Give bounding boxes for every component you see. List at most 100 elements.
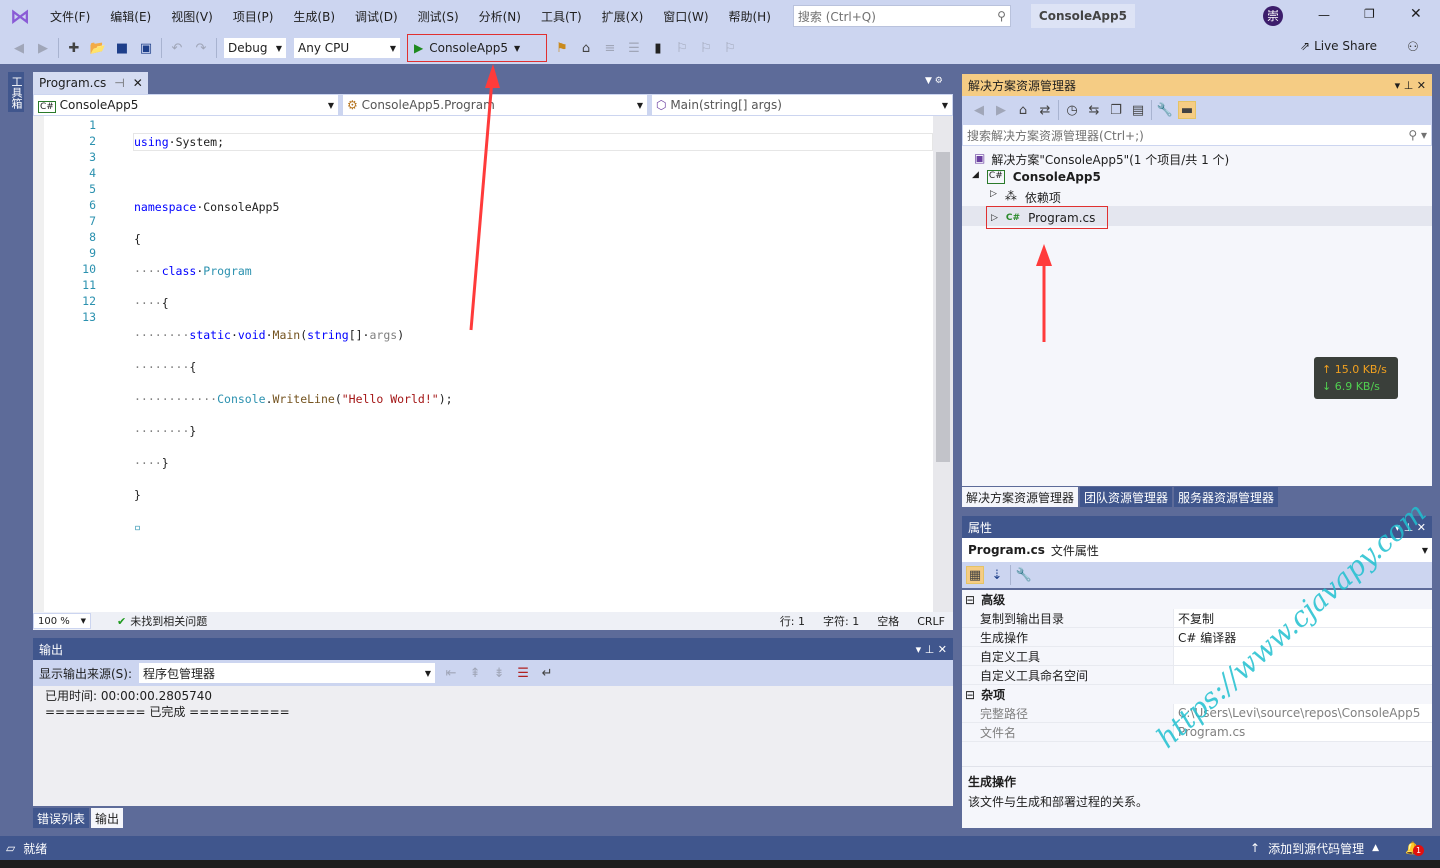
tree-item-solution[interactable]: ▣ 解决方案"ConsoleApp5"(1 个项目/共 1 个) xyxy=(974,151,1229,168)
bookmark-icon[interactable]: ▮ xyxy=(649,39,667,57)
tree-item-project[interactable]: ◢ C# ConsoleApp5 xyxy=(972,170,1101,184)
tab-output[interactable]: 输出 xyxy=(91,808,124,828)
bookmark-prev-icon[interactable]: ⚐ xyxy=(673,39,691,57)
tree-item-program-cs[interactable]: ▷ C# Program.cs xyxy=(986,206,1108,229)
solution-search-input[interactable]: 搜索解决方案资源管理器(Ctrl+;) ⚲ ▾ xyxy=(962,124,1432,146)
menu-item[interactable]: 编辑(E) xyxy=(100,8,161,25)
tab-server-explorer[interactable]: 服务器资源管理器 xyxy=(1174,487,1279,507)
property-row[interactable]: 复制到输出目录 不复制 xyxy=(962,609,1432,628)
collapse-all-icon[interactable]: ❐ xyxy=(1107,101,1125,119)
property-row[interactable]: 自定义工具 xyxy=(962,647,1432,666)
undo-icon[interactable]: ↶ xyxy=(168,39,186,57)
tab-error-list[interactable]: 错误列表 xyxy=(33,808,90,828)
panel-controls-icon[interactable]: ▾ ⊥ ✕ xyxy=(1395,79,1426,92)
find-icon[interactable]: ⚑ xyxy=(553,39,571,57)
tab-overflow-icon[interactable]: ▼ ⚙ xyxy=(925,76,943,86)
categorized-icon[interactable]: ▦ xyxy=(966,566,984,584)
tab-program-cs[interactable]: Program.cs ⊣ ✕ xyxy=(33,72,148,94)
open-icon[interactable]: 📂 xyxy=(89,39,107,57)
toolbox-strip[interactable]: 工具箱 xyxy=(8,72,24,112)
property-value[interactable] xyxy=(1174,647,1432,665)
minimize-button[interactable]: — xyxy=(1318,8,1330,22)
spaces-indicator[interactable]: 空格 xyxy=(877,613,899,629)
live-share-button[interactable]: ⇗ Live Share xyxy=(1300,39,1377,53)
notifications-icon[interactable]: 🔔1 xyxy=(1405,841,1425,856)
forward-icon[interactable]: ▶ xyxy=(992,101,1010,119)
tree-item-dependencies[interactable]: ▷ ⁂ 依赖项 xyxy=(990,189,1061,206)
explorer-tabs: 解决方案资源管理器 团队资源管理器 服务器资源管理器 xyxy=(962,487,1279,507)
menu-item[interactable]: 分析(N) xyxy=(469,8,531,25)
goto-icon[interactable]: ⇤ xyxy=(442,664,460,682)
scrollbar-thumb[interactable] xyxy=(936,152,950,462)
close-tab-icon[interactable]: ✕ xyxy=(133,76,143,90)
menu-item[interactable]: 文件(F) xyxy=(40,8,100,25)
issues-status[interactable]: 未找到相关问题 xyxy=(130,613,207,629)
menu-item[interactable]: 生成(B) xyxy=(283,8,345,25)
save-all-icon[interactable]: ▣ xyxy=(137,39,155,57)
platform-select[interactable]: Any CPU ▼ xyxy=(293,37,401,59)
vertical-scrollbar[interactable] xyxy=(933,116,953,612)
menu-item[interactable]: 扩展(X) xyxy=(592,8,654,25)
panel-controls-icon[interactable]: ▾ ⊥ ✕ xyxy=(916,643,947,656)
run-button[interactable]: ▶ ConsoleApp5 ▼ xyxy=(407,34,547,62)
menu-item[interactable]: 测试(S) xyxy=(408,8,469,25)
menu-item[interactable]: 视图(V) xyxy=(161,8,223,25)
restore-button[interactable]: ❐ xyxy=(1364,7,1375,21)
new-project-icon[interactable]: ✚ xyxy=(65,39,83,57)
pending-changes-icon[interactable]: ◷ xyxy=(1063,101,1081,119)
show-all-files-icon[interactable]: ▤ xyxy=(1129,101,1147,119)
outdent-icon[interactable]: ≡ xyxy=(601,39,619,57)
menu-item[interactable]: 项目(P) xyxy=(223,8,284,25)
sync-icon[interactable]: ⇆ xyxy=(1085,101,1103,119)
description-title: 生成操作 xyxy=(968,775,1017,789)
code-editor[interactable]: 1 2 3 4 5 6 7 8 9 10 11 12 13 using·System; namespac… xyxy=(33,116,933,612)
property-row[interactable]: 自定义工具命名空间 xyxy=(962,666,1432,685)
menu-item[interactable]: 窗口(W) xyxy=(653,8,718,25)
forward-icon[interactable]: ▶ xyxy=(34,39,52,57)
word-wrap-icon[interactable]: ↵ xyxy=(538,664,556,682)
project-dropdown[interactable]: C# ConsoleApp5 ▼ xyxy=(33,94,339,116)
collapse-icon[interactable]: ⊟ xyxy=(965,593,975,607)
switch-views-icon[interactable]: ⇄ xyxy=(1036,101,1054,119)
output-source-select[interactable]: 程序包管理器 ▼ xyxy=(138,662,437,684)
tab-team-explorer[interactable]: 团队资源管理器 xyxy=(1080,487,1173,507)
home-icon[interactable]: ⌂ xyxy=(1014,101,1032,119)
avatar[interactable]: 崇 xyxy=(1263,6,1283,26)
bookmark-clear-icon[interactable]: ⚐ xyxy=(721,39,739,57)
alphabetical-icon[interactable]: ⇣ xyxy=(988,566,1006,584)
menu-item[interactable]: 调试(D) xyxy=(345,8,408,25)
search-input[interactable]: 搜索 (Ctrl+Q) ⚲ xyxy=(792,5,1011,27)
menu-item[interactable]: 帮助(H) xyxy=(719,8,781,25)
menu-item[interactable]: 工具(T) xyxy=(531,8,592,25)
back-icon[interactable]: ◀ xyxy=(10,39,28,57)
property-pages-icon[interactable]: 🔧 xyxy=(1015,566,1033,584)
property-row[interactable]: 生成操作 C# 编译器 xyxy=(962,628,1432,647)
add-to-source-control[interactable]: 添加到源代码管理 xyxy=(1268,840,1364,857)
close-button[interactable]: ✕ xyxy=(1410,6,1422,22)
code-text[interactable]: using·System; namespace·ConsoleApp5 { ··… xyxy=(96,116,933,612)
next-message-icon[interactable]: ⇟ xyxy=(490,664,508,682)
pin-icon[interactable]: ⊣ xyxy=(114,76,124,90)
prev-message-icon[interactable]: ⇞ xyxy=(466,664,484,682)
eol-indicator[interactable]: CRLF xyxy=(917,615,945,628)
method-icon: ⬡ xyxy=(656,98,667,112)
tab-solution-explorer[interactable]: 解决方案资源管理器 xyxy=(962,487,1079,507)
member-dropdown[interactable]: ⬡ Main(string[] args) ▼ xyxy=(651,94,953,116)
property-category[interactable]: ⊟ 高级 xyxy=(962,590,1432,609)
feedback-icon[interactable]: ⚇ xyxy=(1404,38,1422,56)
output-content[interactable]: 已用时间: 00:00:00.2805740 ========== 已完成 ==… xyxy=(33,686,953,806)
preview-icon[interactable]: ▬ xyxy=(1178,101,1196,119)
home-icon[interactable]: ⌂ xyxy=(577,39,595,57)
class-dropdown[interactable]: ⚙ ConsoleApp5.Program ▼ xyxy=(342,94,648,116)
bookmark-next-icon[interactable]: ⚐ xyxy=(697,39,715,57)
comment-icon[interactable]: ☰ xyxy=(625,39,643,57)
collapse-icon[interactable]: ⊟ xyxy=(965,688,975,702)
clear-all-icon[interactable]: ☰ xyxy=(514,664,532,682)
configuration-select[interactable]: Debug ▼ xyxy=(223,37,287,59)
redo-icon[interactable]: ↷ xyxy=(192,39,210,57)
property-value[interactable]: Program.cs xyxy=(1174,723,1432,741)
back-icon[interactable]: ◀ xyxy=(970,101,988,119)
zoom-select[interactable]: 100 % ▼ xyxy=(33,613,91,629)
save-icon[interactable]: ■ xyxy=(113,39,131,57)
properties-icon[interactable]: 🔧 xyxy=(1156,101,1174,119)
